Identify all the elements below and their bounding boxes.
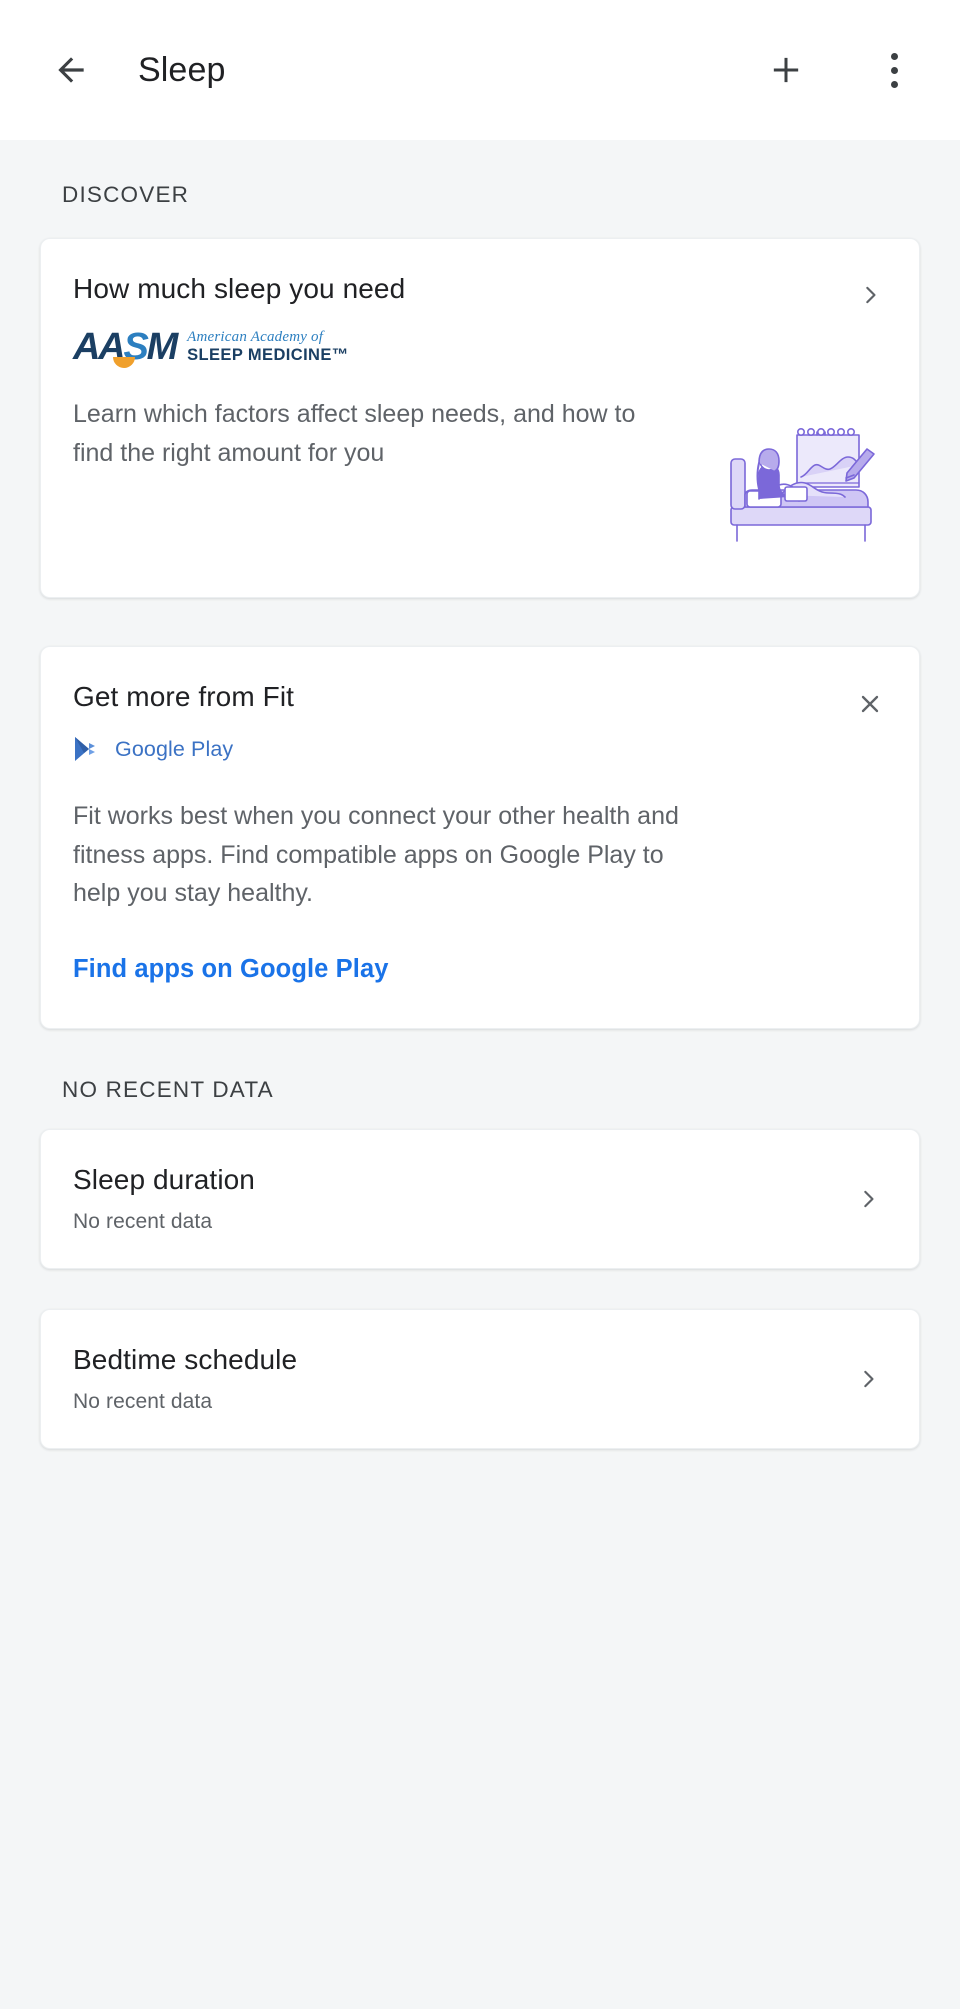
google-play-icon bbox=[75, 737, 95, 761]
discover-article-card[interactable]: How much sleep you need AASM American Ac… bbox=[40, 238, 920, 598]
chevron-right-icon bbox=[864, 1190, 874, 1207]
arrow-left-icon bbox=[58, 57, 84, 83]
no-recent-data-group: Sleep duration No recent data Bedtime sc… bbox=[0, 1128, 960, 1449]
chevron-right-icon bbox=[864, 1370, 874, 1387]
bedtime-schedule-card[interactable]: Bedtime schedule No recent data bbox=[40, 1308, 920, 1449]
add-button[interactable] bbox=[754, 38, 818, 102]
plus-icon bbox=[773, 57, 799, 83]
app-bar: Sleep bbox=[0, 0, 960, 140]
page-title: Sleep bbox=[138, 50, 226, 89]
aasm-wordmark: AASM bbox=[73, 326, 179, 368]
aasm-logo-text: American Academy of SLEEP MEDICINE™ bbox=[187, 329, 349, 364]
discover-card-title: How much sleep you need bbox=[73, 273, 406, 304]
bedtime-schedule-title: Bedtime schedule bbox=[73, 1343, 298, 1375]
more-vert-icon bbox=[890, 52, 898, 88]
person-in-bed-illustration bbox=[730, 427, 875, 542]
back-button[interactable] bbox=[40, 39, 102, 101]
section-header-no-recent-data: NO RECENT DATA bbox=[62, 1076, 274, 1102]
sleep-duration-chevron-button[interactable] bbox=[847, 1177, 891, 1221]
sleep-duration-card[interactable]: Sleep duration No recent data bbox=[40, 1128, 920, 1269]
overflow-menu-button[interactable] bbox=[862, 38, 926, 102]
aasm-mark-m: M bbox=[146, 326, 179, 368]
sleep-duration-title: Sleep duration bbox=[73, 1163, 255, 1195]
find-apps-on-google-play-link[interactable]: Find apps on Google Play bbox=[73, 955, 389, 984]
discover-card-body: Learn which factors affect sleep needs, … bbox=[73, 400, 636, 467]
chevron-right-icon bbox=[866, 286, 876, 304]
close-icon bbox=[861, 695, 879, 713]
promo-card-close-button[interactable] bbox=[847, 681, 893, 727]
promo-source: Google Play bbox=[73, 735, 887, 763]
aasm-line-2: SLEEP MEDICINE™ bbox=[187, 346, 349, 365]
section-header-discover: DISCOVER bbox=[62, 182, 190, 207]
sleep-screen: Sleep DISCOVER How much sleep you need A… bbox=[0, 0, 960, 2009]
bedtime-schedule-subtitle: No recent data bbox=[73, 1389, 213, 1413]
promo-card-title: Get more from Fit bbox=[73, 681, 295, 712]
sleep-duration-subtitle: No recent data bbox=[73, 1209, 213, 1233]
bedtime-schedule-chevron-button[interactable] bbox=[847, 1357, 891, 1401]
dot bbox=[890, 52, 898, 60]
promo-card-body: Fit works best when you connect your oth… bbox=[73, 802, 679, 907]
dot bbox=[890, 66, 898, 74]
aasm-logo: AASM American Academy of SLEEP MEDICINE™ bbox=[73, 326, 887, 368]
promo-source-label: Google Play bbox=[115, 736, 234, 761]
discover-card-chevron-button[interactable] bbox=[849, 273, 893, 317]
dot bbox=[890, 80, 898, 88]
aasm-line-1: American Academy of bbox=[187, 329, 324, 346]
get-more-from-fit-card: Get more from Fit Google Play Fit works … bbox=[40, 646, 920, 1029]
